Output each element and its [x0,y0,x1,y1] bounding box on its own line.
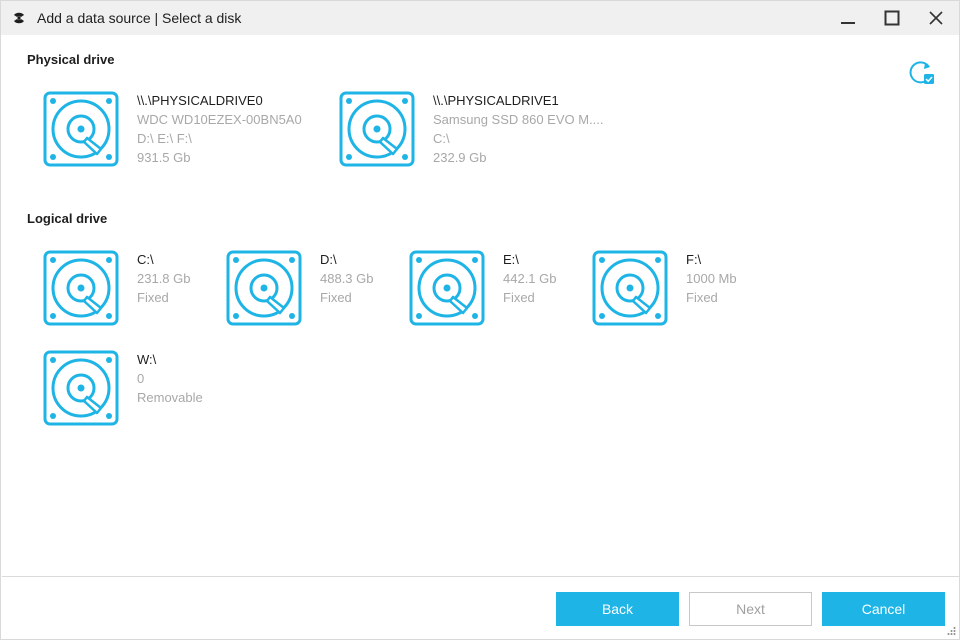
drive-size: 232.9 Gb [433,150,487,165]
drive-type: Removable [137,390,203,405]
drive-type: Fixed [686,290,718,305]
drive-name: \\.\PHYSICALDRIVE0 [137,93,263,108]
hard-drive-icon [43,250,119,326]
close-button[interactable] [913,1,959,35]
physical-drive-item[interactable]: \\.\PHYSICALDRIVE1 Samsung SSD 860 EVO M… [339,91,619,171]
footer-divider [2,576,960,577]
drive-size: 0 [137,371,145,386]
close-icon [929,11,943,25]
drive-type: Fixed [320,290,352,305]
drive-type: Fixed [503,290,535,305]
hard-drive-icon [43,350,119,426]
title-bar[interactable]: Add a data source | Select a disk [1,1,959,35]
next-button[interactable]: Next [689,592,812,626]
drive-model: Samsung SSD 860 EVO M.... [433,112,604,127]
drive-name: C:\ [137,252,154,267]
minimize-button[interactable] [825,1,871,35]
drive-model: WDC WD10EZEX-00BN5A0 [137,112,302,127]
back-button[interactable]: Back [556,592,679,626]
logical-drive-item[interactable]: C:\ 231.8 Gb Fixed [43,250,213,330]
logical-drive-item[interactable]: F:\ 1000 Mb Fixed [592,250,762,330]
drive-size: 442.1 Gb [503,271,557,286]
hard-drive-icon [592,250,668,326]
drive-name: E:\ [503,252,519,267]
minimize-icon [841,22,855,24]
app-logo-icon [14,12,24,24]
hard-drive-icon [409,250,485,326]
logical-drive-item[interactable]: W:\ 0 Removable [43,350,213,430]
resize-grip-icon[interactable] [946,626,956,636]
drive-size: 1000 Mb [686,271,737,286]
logical-drive-heading: Logical drive [27,211,108,226]
maximize-button[interactable] [869,1,915,35]
refresh-icon[interactable] [906,58,936,88]
window-title: Add a data source | Select a disk [37,10,242,26]
drive-partitions: D:\ E:\ F:\ [137,131,192,146]
maximize-icon [884,10,900,26]
logical-drive-item[interactable]: E:\ 442.1 Gb Fixed [409,250,579,330]
hard-drive-icon [43,91,119,167]
drive-name: D:\ [320,252,337,267]
hard-drive-icon [339,91,415,167]
drive-name: W:\ [137,352,157,367]
logical-drive-item[interactable]: D:\ 488.3 Gb Fixed [226,250,396,330]
cancel-button[interactable]: Cancel [822,592,945,626]
drive-size: 231.8 Gb [137,271,191,286]
dialog-window: Add a data source | Select a disk Physic… [0,0,960,640]
drive-name: F:\ [686,252,702,267]
drive-size: 931.5 Gb [137,150,191,165]
drive-size: 488.3 Gb [320,271,374,286]
drive-name: \\.\PHYSICALDRIVE1 [433,93,559,108]
hard-drive-icon [226,250,302,326]
physical-drive-item[interactable]: \\.\PHYSICALDRIVE0 WDC WD10EZEX-00BN5A0 … [43,91,323,171]
drive-partitions: C:\ [433,131,450,146]
physical-drive-heading: Physical drive [27,52,115,67]
drive-type: Fixed [137,290,169,305]
